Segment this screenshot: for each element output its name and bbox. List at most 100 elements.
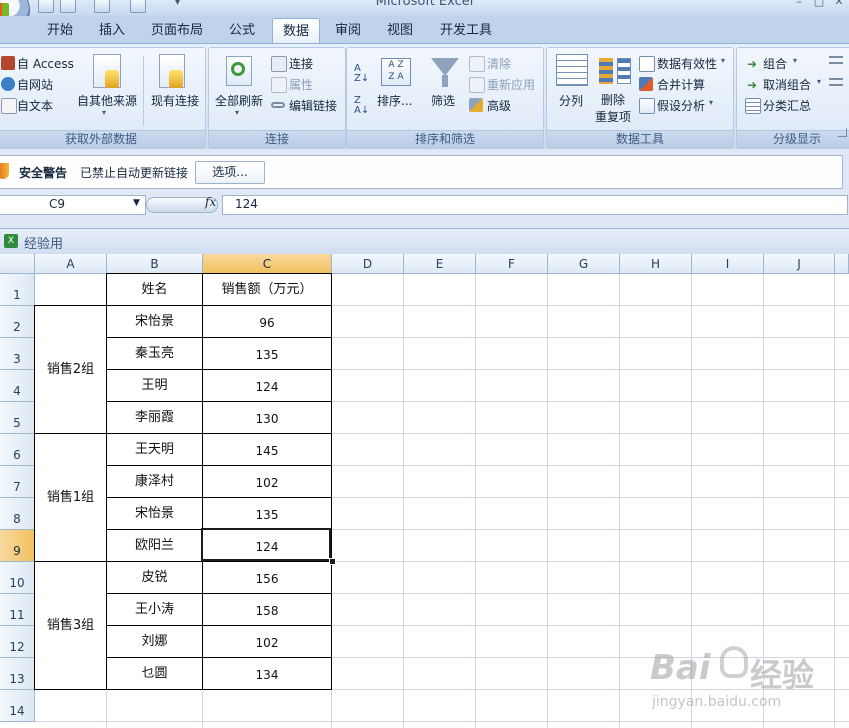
from-access-button[interactable]: 自 Access xyxy=(17,55,74,72)
tab-insert[interactable]: 插入 xyxy=(92,20,132,42)
properties-button[interactable]: 属性 xyxy=(289,76,313,93)
row-header-8[interactable]: 8 xyxy=(0,498,35,530)
ungroup-dropdown-icon[interactable]: ▾ xyxy=(817,77,821,86)
sales-cell[interactable]: 135 xyxy=(203,338,331,370)
consolidate-button[interactable]: 合并计算 xyxy=(657,76,705,93)
tab-formulas[interactable]: 公式 xyxy=(220,20,264,42)
clear-button[interactable]: 清除 xyxy=(487,55,511,72)
name-cell[interactable]: 王天明 xyxy=(107,434,202,466)
tab-data[interactable]: 数据 xyxy=(272,18,320,44)
name-cell[interactable]: 宋怡景 xyxy=(107,306,202,338)
row-header-9[interactable]: 9 xyxy=(0,530,35,562)
tab-home[interactable]: 开始 xyxy=(38,20,82,42)
existing-connections-button[interactable]: 现有连接 xyxy=(151,92,199,109)
edit-links-button[interactable]: 编辑链接 xyxy=(289,97,337,114)
row-header-4[interactable]: 4 xyxy=(0,370,35,402)
row-header-13[interactable]: 13 xyxy=(0,658,35,690)
row-header-10[interactable]: 10 xyxy=(0,562,35,594)
sort-za-icon[interactable]: Z A↓ xyxy=(354,96,369,116)
redo-icon[interactable] xyxy=(94,0,110,13)
group-label-cell[interactable]: 销售1组 xyxy=(35,434,106,562)
sales-cell[interactable]: 96 xyxy=(203,306,331,338)
validation-dropdown-icon[interactable]: ▾ xyxy=(721,56,725,65)
formula-input[interactable]: 124 xyxy=(222,195,848,215)
advanced-button[interactable]: 高级 xyxy=(487,97,511,114)
name-box-dropdown-icon[interactable]: ▼ xyxy=(133,198,140,208)
sales-cell[interactable]: 145 xyxy=(203,434,331,466)
column-header-h[interactable]: H xyxy=(620,254,692,274)
row-header-6[interactable]: 6 xyxy=(0,434,35,466)
data-validation-button[interactable]: 数据有效性 xyxy=(657,55,717,72)
name-cell[interactable]: 李丽霞 xyxy=(107,402,202,434)
name-cell[interactable]: 康泽村 xyxy=(107,466,202,498)
name-cell[interactable]: 王小涛 xyxy=(107,594,202,626)
show-detail-icon[interactable] xyxy=(829,56,843,64)
refresh-dropdown-icon[interactable]: ▾ xyxy=(235,108,239,117)
sales-cell[interactable]: 158 xyxy=(203,594,331,626)
qat-dropdown-icon[interactable]: ▾ xyxy=(175,0,180,8)
undo-icon[interactable] xyxy=(60,0,76,13)
insert-function-icon[interactable]: fx xyxy=(205,195,216,209)
row-header-14[interactable]: 14 xyxy=(0,690,35,722)
tab-developer[interactable]: 开发工具 xyxy=(434,20,498,42)
group-label-cell[interactable]: 销售2组 xyxy=(35,306,106,434)
what-if-dropdown-icon[interactable]: ▾ xyxy=(709,98,713,107)
sort-az-icon[interactable]: A Z↓ xyxy=(354,64,369,84)
column-header-c[interactable]: C xyxy=(203,254,332,274)
column-header-j[interactable]: J xyxy=(764,254,835,274)
maximize-icon[interactable]: □ xyxy=(810,0,828,9)
dialog-launcher-icon[interactable] xyxy=(838,128,847,137)
row-header-5[interactable]: 5 xyxy=(0,402,35,434)
ungroup-button[interactable]: 取消组合 xyxy=(763,76,811,93)
row-header-7[interactable]: 7 xyxy=(0,466,35,498)
remove-duplicates-button-line1[interactable]: 删除 xyxy=(601,91,625,108)
header-cell-sales[interactable]: 销售额（万元） xyxy=(203,274,331,306)
text-to-columns-button[interactable]: 分列 xyxy=(559,92,583,109)
close-icon[interactable]: ✕ xyxy=(830,0,848,9)
fill-handle[interactable] xyxy=(329,558,336,565)
group-dropdown-icon[interactable]: ▾ xyxy=(793,56,797,65)
name-cell[interactable]: 乜圆 xyxy=(107,658,202,690)
tab-view[interactable]: 视图 xyxy=(380,20,420,42)
filter-button[interactable]: 筛选 xyxy=(431,92,455,109)
tab-review[interactable]: 审阅 xyxy=(328,20,368,42)
group-label-cell[interactable]: 销售3组 xyxy=(35,562,106,690)
other-sources-dropdown-icon[interactable]: ▾ xyxy=(102,108,106,117)
name-cell[interactable]: 宋怡景 xyxy=(107,498,202,530)
row-header-12[interactable]: 12 xyxy=(0,626,35,658)
row-header-3[interactable]: 3 xyxy=(0,338,35,370)
sales-cell[interactable]: 102 xyxy=(203,466,331,498)
name-cell[interactable]: 王明 xyxy=(107,370,202,402)
sales-cell[interactable]: 135 xyxy=(203,498,331,530)
column-header-f[interactable]: F xyxy=(476,254,548,274)
sales-cell[interactable]: 156 xyxy=(203,562,331,594)
name-cell[interactable]: 秦玉亮 xyxy=(107,338,202,370)
sales-cell[interactable]: 134 xyxy=(203,658,331,690)
options-button[interactable]: 选项... xyxy=(195,161,265,184)
sales-cell[interactable]: 130 xyxy=(203,402,331,434)
header-cell-name[interactable]: 姓名 xyxy=(107,274,202,306)
column-header-i[interactable]: I xyxy=(692,254,764,274)
column-header-b[interactable]: B xyxy=(107,254,203,274)
column-header-e[interactable]: E xyxy=(404,254,476,274)
column-header-overflow[interactable] xyxy=(835,254,849,274)
connections-button[interactable]: 连接 xyxy=(289,55,313,72)
column-header-d[interactable]: D xyxy=(332,254,404,274)
tab-page-layout[interactable]: 页面布局 xyxy=(146,20,208,42)
name-cell[interactable]: 欧阳兰 xyxy=(107,530,202,562)
name-box[interactable]: C9 ▼ xyxy=(0,195,146,215)
row-header-1[interactable]: 1 xyxy=(0,274,35,306)
other-sources-button[interactable]: 自其他来源 xyxy=(77,92,137,109)
refresh-all-button[interactable]: 全部刷新 xyxy=(215,92,263,109)
row-header-11[interactable]: 11 xyxy=(0,594,35,626)
save-icon[interactable] xyxy=(38,0,54,13)
group-button[interactable]: 组合 xyxy=(763,55,787,72)
reapply-button[interactable]: 重新应用 xyxy=(487,76,535,93)
subtotal-button[interactable]: 分类汇总 xyxy=(763,97,811,114)
name-cell[interactable]: 皮锐 xyxy=(107,562,202,594)
what-if-button[interactable]: 假设分析 xyxy=(657,97,705,114)
hide-detail-icon[interactable] xyxy=(829,78,843,86)
sales-cell[interactable]: 102 xyxy=(203,626,331,658)
from-text-button[interactable]: 自文本 xyxy=(17,97,53,114)
minimize-icon[interactable]: – xyxy=(790,0,808,9)
